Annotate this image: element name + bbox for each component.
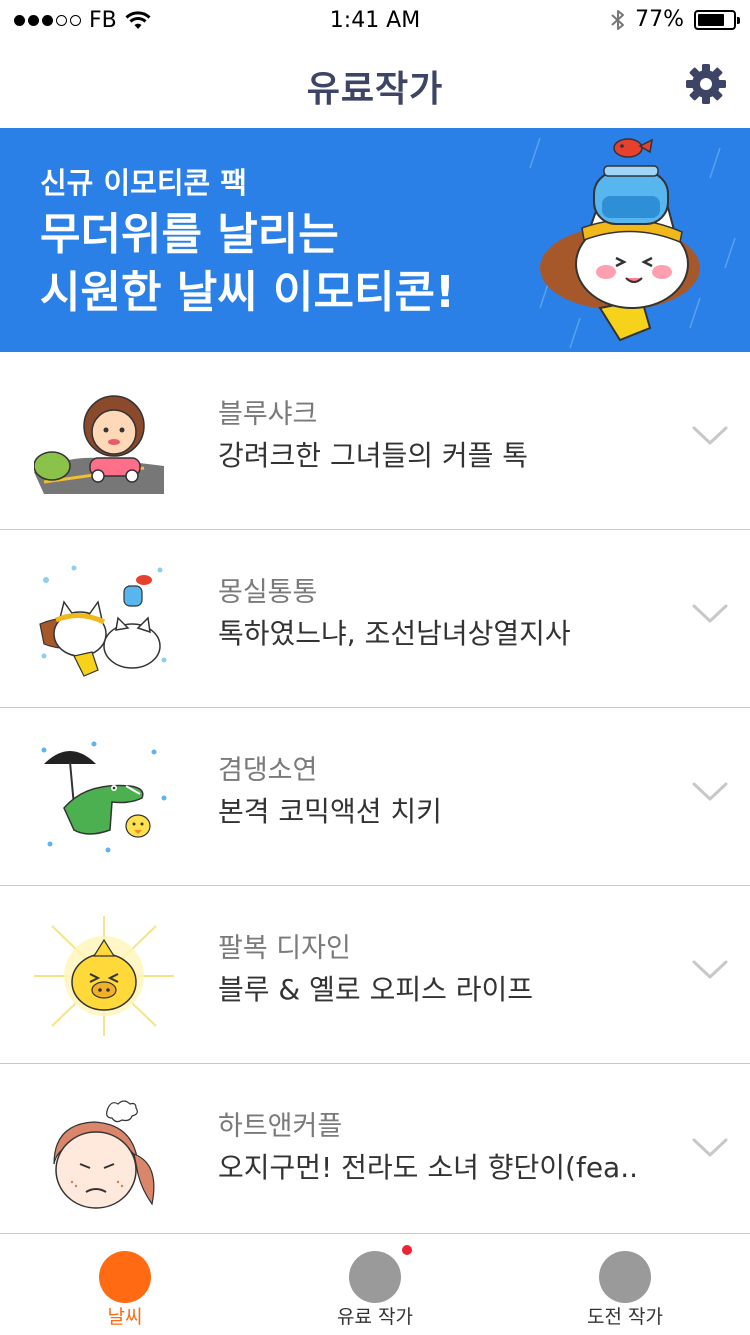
- pack-title: 오지구먼! 전라도 소녀 향단이(fea..: [218, 1151, 639, 1184]
- battery-percent: 77%: [635, 7, 684, 32]
- pack-thumbnail: [34, 395, 164, 494]
- pack-title: 본격 코믹액션 치키: [218, 795, 442, 828]
- pack-title: 강려크한 그녀들의 커플 톡: [218, 439, 529, 472]
- tab-bar: 날씨 유료 작가 도전 작가: [0, 1233, 750, 1335]
- chevron-down-icon[interactable]: [692, 780, 728, 804]
- tab-label: 유료 작가: [337, 1306, 413, 1328]
- tab-weather-icon: [99, 1251, 151, 1303]
- pack-thumbnail: [39, 565, 167, 677]
- tab-paid-artists-icon: [349, 1251, 401, 1303]
- list-item[interactable]: 몽실통통 톡하였느냐, 조선남녀상열지사: [0, 530, 750, 708]
- nav-bar: 유료작가: [0, 40, 750, 129]
- tab-label: 날씨: [107, 1306, 143, 1328]
- list-item[interactable]: 겸댕소연 본격 코믹액션 치키: [0, 708, 750, 886]
- tab-challenge-artists-icon: [599, 1251, 651, 1303]
- pack-thumbnail: [53, 1100, 155, 1209]
- emoticon-pack-list: 블루샤크 강려크한 그녀들의 커플 톡 몽실통통 톡하였느냐, 조선남녀상열지사: [0, 352, 750, 1242]
- pack-author: 몽실통통: [218, 577, 318, 608]
- chevron-down-icon[interactable]: [692, 602, 728, 626]
- page-title: 유료작가: [306, 69, 444, 110]
- pack-thumbnail: [34, 916, 174, 1036]
- pack-author: 겸댕소연: [218, 755, 318, 786]
- banner-cat-illustration: [529, 137, 736, 349]
- chevron-down-icon[interactable]: [692, 424, 728, 448]
- battery-fill: [698, 13, 725, 26]
- list-item[interactable]: 블루샤크 강려크한 그녀들의 커플 톡: [0, 352, 750, 530]
- tab-paid-artists[interactable]: 유료 작가: [250, 1234, 500, 1335]
- chevron-down-icon[interactable]: [692, 1136, 728, 1160]
- tab-challenge-artists[interactable]: 도전 작가: [500, 1234, 750, 1335]
- pack-thumbnail: [41, 741, 167, 853]
- banner-headline: 무더위를 날리는 시원한 날씨 이모티콘!: [40, 206, 455, 322]
- status-bar: FB 1:41 AM 77%: [0, 0, 750, 40]
- banner-headline-line1: 무더위를 날리는: [40, 209, 339, 260]
- pack-title: 톡하였느냐, 조선남녀상열지사: [218, 617, 571, 650]
- tab-weather[interactable]: 날씨: [0, 1234, 250, 1335]
- pack-author: 팔복 디자인: [218, 933, 351, 964]
- notification-badge: [402, 1245, 412, 1255]
- battery-icon: [694, 9, 740, 30]
- list-item[interactable]: 팔복 디자인 블루 & 옐로 오피스 라이프: [0, 886, 750, 1064]
- tab-label: 도전 작가: [587, 1306, 663, 1328]
- list-item[interactable]: 하트앤커플 오지구먼! 전라도 소녀 향단이(fea..: [0, 1064, 750, 1242]
- banner-headline-line2: 시원한 날씨 이모티콘!: [40, 267, 456, 318]
- banner-subtitle: 신규 이모티콘 팩: [40, 166, 247, 200]
- pack-title: 블루 & 옐로 오피스 라이프: [218, 973, 534, 1006]
- promo-banner[interactable]: 신규 이모티콘 팩 무더위를 날리는 시원한 날씨 이모티콘!: [0, 128, 750, 352]
- bluetooth-icon: [611, 9, 625, 30]
- pack-author: 블루샤크: [218, 399, 318, 430]
- status-right: 77%: [611, 7, 740, 32]
- chevron-down-icon[interactable]: [692, 958, 728, 982]
- gear-icon[interactable]: [684, 62, 728, 106]
- pack-author: 하트앤커플: [218, 1111, 343, 1142]
